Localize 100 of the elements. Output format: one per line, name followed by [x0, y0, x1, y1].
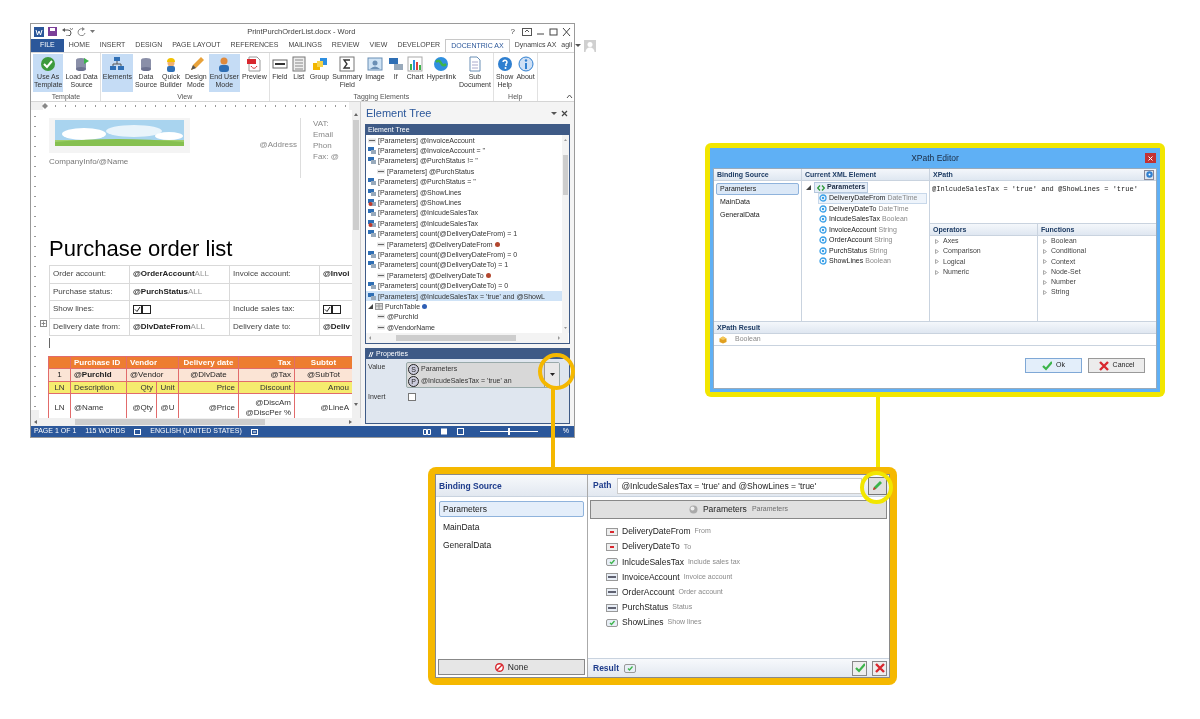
- table-cell: @DlvDateFromALL: [129, 318, 230, 336]
- text-cursor: [49, 338, 50, 348]
- calendar-icon: [606, 527, 618, 536]
- check-icon: [854, 663, 865, 673]
- contact-label: Phon: [313, 140, 333, 151]
- condition-icon: [368, 209, 376, 217]
- table-cell: Delivery date from:: [49, 318, 130, 336]
- condition-icon: [368, 251, 376, 258]
- ok-button[interactable]: [852, 660, 867, 676]
- checkbox-icon: [624, 663, 636, 673]
- text-field-icon: [377, 271, 385, 279]
- company-name: CompanyInfo/@Name: [49, 156, 130, 168]
- contact-label: VAT:: [313, 118, 330, 129]
- list-item[interactable]: MainData: [439, 519, 584, 535]
- table-cell: Tax: [238, 356, 295, 369]
- properties-icon: [368, 351, 374, 357]
- caret-icon: [549, 373, 555, 377]
- globe-icon: [433, 56, 450, 72]
- avatar-icon: [584, 39, 597, 52]
- no-entry-icon: [494, 662, 504, 672]
- address-field: @Address: [249, 139, 297, 178]
- cube-icon: [719, 335, 727, 344]
- windows-icon: [387, 56, 404, 72]
- undo-icon: [61, 27, 73, 36]
- info-icon: [517, 56, 534, 72]
- table-cell: Order account:: [49, 265, 130, 283]
- table-cell: Delivery date to:: [229, 318, 320, 336]
- list-icon: [290, 56, 307, 72]
- condition-icon: [368, 230, 376, 238]
- slider-thumb[interactable]: [507, 428, 510, 435]
- proofing-icon: [134, 428, 142, 435]
- help-button[interactable]: [1144, 169, 1154, 180]
- condition-icon: [368, 292, 376, 300]
- text-field-icon: [606, 603, 618, 612]
- contact-label: Email: [313, 129, 334, 140]
- sum-icon: [339, 56, 356, 72]
- pencil-icon: [872, 480, 883, 491]
- element-tag-icon: [817, 184, 825, 191]
- edit-button[interactable]: [868, 476, 887, 495]
- help-button[interactable]: ?: [507, 25, 518, 38]
- caret-icon: [575, 43, 582, 48]
- column-header: Binding Source: [436, 475, 587, 497]
- dialog-title: XPath Editor: [911, 151, 959, 165]
- help-icon: [1145, 171, 1153, 178]
- dropdown-button[interactable]: [544, 363, 559, 387]
- text-field-icon: [377, 313, 385, 321]
- customize-caret-icon: [90, 29, 95, 34]
- table-cell: LN: [48, 393, 71, 418]
- table-cell: Purchase ID: [70, 356, 127, 369]
- maximize-icon: [549, 27, 558, 36]
- text-field-icon: [606, 588, 618, 597]
- document-heading: Purchase order list: [49, 236, 234, 262]
- highlight-ring: [538, 353, 575, 390]
- print-layout-icon: [439, 428, 448, 435]
- table-icon: [375, 302, 383, 310]
- table-cell: @PurchStatusALL: [129, 283, 230, 301]
- macro-icon: [250, 428, 258, 435]
- document-icon: [246, 56, 263, 72]
- pane-title: Element Tree: [365, 105, 433, 121]
- condition-icon: [368, 178, 376, 186]
- text-field-icon: [368, 136, 376, 144]
- hierarchy-icon: [109, 56, 126, 72]
- text-field-icon: [377, 240, 385, 248]
- database-icon: [138, 56, 154, 72]
- image-icon: [366, 56, 383, 72]
- save-icon: [48, 27, 57, 36]
- none-button[interactable]: None: [438, 659, 585, 675]
- condition-icon: [368, 188, 376, 196]
- condition-icon: [368, 199, 376, 207]
- text-field-icon: [377, 167, 385, 175]
- table-cell: @OrderAccountALL: [129, 265, 230, 283]
- table-cell: Invoice account:: [229, 265, 320, 283]
- table-cell: Delivery date: [178, 356, 239, 369]
- table-cell: Subtot: [294, 356, 352, 369]
- cancel-button[interactable]: [872, 660, 887, 676]
- list-item[interactable]: Parameters: [439, 501, 584, 517]
- close-button[interactable]: [1145, 153, 1156, 163]
- cancel-icon: [1098, 360, 1109, 371]
- database-icon: [73, 56, 90, 72]
- path-field[interactable]: @InlcudeSalesTax = 'true' and @ShowLines = 'true': [617, 477, 862, 494]
- chart-icon: [407, 56, 424, 72]
- web-layout-icon: [456, 428, 465, 435]
- close-icon: [561, 109, 568, 117]
- condition-icon: [368, 261, 376, 269]
- read-mode-icon: [422, 428, 431, 435]
- condition-icon: [368, 219, 376, 227]
- close-icon: [562, 27, 571, 36]
- redo-icon: [77, 27, 86, 36]
- pane-options-icon: [551, 110, 557, 116]
- squares-icon: [311, 56, 328, 72]
- checkbox-icon: [606, 557, 618, 566]
- list-item[interactable]: GeneralData: [439, 537, 584, 553]
- check-circle-icon: [40, 56, 57, 72]
- collapse-caret-icon: [566, 94, 573, 99]
- table-cell: Include sales tax:: [229, 300, 320, 318]
- text-field-icon: [377, 323, 385, 331]
- help-icon: [496, 56, 513, 72]
- condition-icon: [368, 147, 376, 155]
- text-field-icon: [271, 56, 288, 72]
- circle-icon: [688, 505, 698, 514]
